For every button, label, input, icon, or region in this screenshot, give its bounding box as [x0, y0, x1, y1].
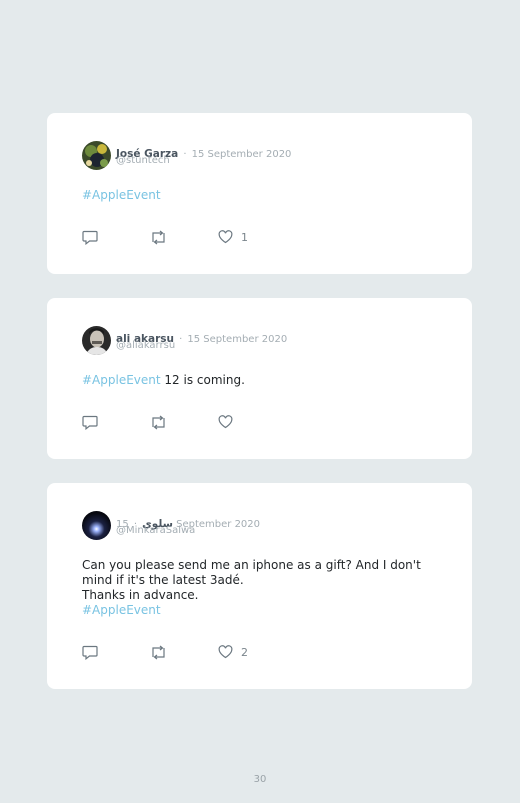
retweet-button[interactable] [150, 415, 167, 430]
separator: · [179, 334, 183, 345]
avatar[interactable] [82, 141, 111, 170]
reply-button[interactable] [82, 415, 98, 430]
reply-icon [82, 645, 98, 660]
author-handle[interactable]: @MinkaraSalwa [116, 525, 195, 536]
hashtag-link[interactable]: #AppleEvent [82, 188, 161, 202]
tweet-actions [82, 415, 382, 431]
retweet-icon [152, 415, 165, 430]
page-number: 30 [253, 774, 267, 785]
like-button[interactable]: 1 [218, 230, 248, 244]
tweet-text: #AppleEvent 12 is coming. [82, 373, 432, 388]
author-handle[interactable]: @stuntech [116, 155, 170, 166]
tweet-text: #AppleEvent [82, 188, 432, 203]
tweet-text-before: Can you please send me an iphone as a gi… [82, 558, 421, 602]
reply-icon [82, 415, 98, 430]
tweet-card: سلوى · 15 September 2020 @MinkaraSalwa C… [47, 483, 472, 689]
tweet-actions: 1 [82, 230, 382, 246]
like-icon [218, 230, 233, 244]
reply-icon [82, 230, 98, 245]
like-count: 2 [241, 645, 248, 659]
like-button[interactable]: 2 [218, 645, 248, 659]
like-icon [218, 645, 233, 659]
tweet-card: José Garza · 15 September 2020 @stuntech… [47, 113, 472, 274]
reply-button[interactable] [82, 230, 98, 245]
avatar[interactable] [82, 511, 111, 540]
tweet-card: ali akarsu · 15 September 2020 @aliakarr… [47, 298, 472, 459]
like-count: 1 [241, 230, 248, 244]
reply-button[interactable] [82, 645, 98, 660]
retweet-icon [152, 230, 165, 245]
retweet-button[interactable] [150, 645, 167, 660]
tweet-actions: 2 [82, 645, 382, 661]
retweet-button[interactable] [150, 230, 167, 245]
tweet-text: Can you please send me an iphone as a gi… [82, 558, 432, 618]
tweet-date: 15 September 2020 [187, 334, 288, 345]
author-handle[interactable]: @aliakarrsu [116, 340, 175, 351]
avatar[interactable] [82, 326, 111, 355]
tweet-text-after: 12 is coming. [160, 373, 245, 387]
retweet-icon [152, 645, 165, 660]
like-button[interactable] [218, 415, 241, 429]
separator: · [183, 149, 187, 160]
like-icon [218, 415, 233, 429]
hashtag-link[interactable]: #AppleEvent [82, 603, 161, 617]
hashtag-link[interactable]: #AppleEvent [82, 373, 161, 387]
tweet-date: 15 September 2020 [191, 149, 292, 160]
